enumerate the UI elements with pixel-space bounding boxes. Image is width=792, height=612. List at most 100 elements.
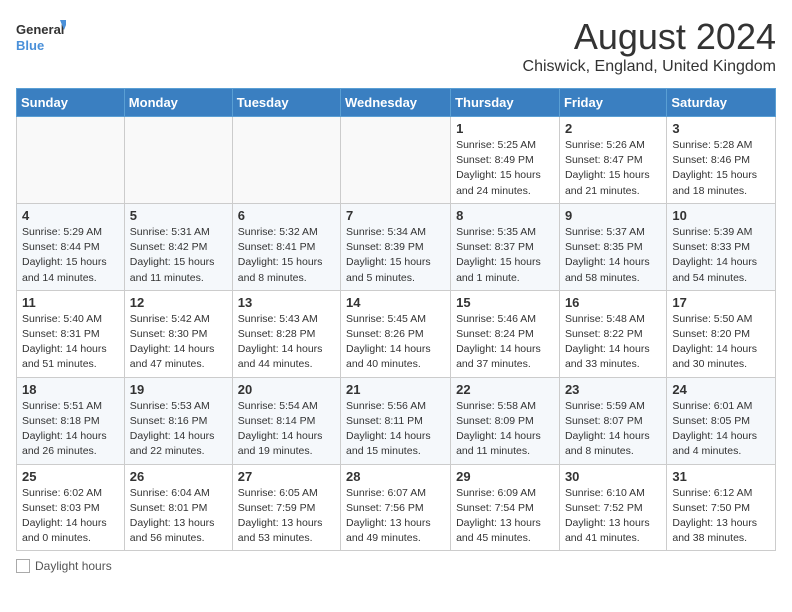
day-info: Sunrise: 5:56 AM Sunset: 8:11 PM Dayligh… (346, 399, 445, 460)
col-header-wednesday: Wednesday (341, 89, 451, 117)
calendar-cell: 11 Sunrise: 5:40 AM Sunset: 8:31 PM Dayli… (17, 290, 125, 377)
day-info: Sunrise: 5:34 AM Sunset: 8:39 PM Dayligh… (346, 225, 445, 286)
calendar-cell: 21 Sunrise: 5:56 AM Sunset: 8:11 PM Dayli… (341, 377, 451, 464)
month-title: August 2024 (523, 16, 776, 58)
header-row: SundayMondayTuesdayWednesdayThursdayFrid… (17, 89, 776, 117)
logo: General Blue (16, 16, 66, 60)
day-number: 5 (130, 208, 227, 223)
calendar-cell: 24Sunrise: 6:01 AM Sunset: 8:05 PM Dayli… (667, 377, 776, 464)
calendar-cell: 22 Sunrise: 5:58 AM Sunset: 8:09 PM Dayli… (451, 377, 560, 464)
week-row-5: 25 Sunrise: 6:02 AM Sunset: 8:03 PM Dayli… (17, 464, 776, 551)
day-info: Sunrise: 5:50 AM Sunset: 8:20 PM Dayligh… (672, 312, 770, 373)
day-number: 11 (22, 295, 119, 310)
col-header-sunday: Sunday (17, 89, 125, 117)
calendar-cell: 28Sunrise: 6:07 AM Sunset: 7:56 PM Dayli… (341, 464, 451, 551)
day-number: 30 (565, 469, 661, 484)
calendar-cell: 19 Sunrise: 5:53 AM Sunset: 8:16 PM Dayli… (124, 377, 232, 464)
day-info: Sunrise: 6:12 AM Sunset: 7:50 PM Dayligh… (672, 486, 770, 547)
header: General Blue August 2024 Chiswick, Engla… (16, 16, 776, 76)
calendar-cell: 25 Sunrise: 6:02 AM Sunset: 8:03 PM Dayli… (17, 464, 125, 551)
day-number: 22 (456, 382, 554, 397)
calendar-cell: 26 Sunrise: 6:04 AM Sunset: 8:01 PM Dayli… (124, 464, 232, 551)
day-number: 26 (130, 469, 227, 484)
calendar-cell: 16 Sunrise: 5:48 AM Sunset: 8:22 PM Dayli… (559, 290, 666, 377)
calendar-cell: 3 Sunrise: 5:28 AM Sunset: 8:46 PM Daylig… (667, 117, 776, 204)
calendar-cell: 30 Sunrise: 6:10 AM Sunset: 7:52 PM Dayli… (559, 464, 666, 551)
day-info: Sunrise: 5:32 AM Sunset: 8:41 PM Dayligh… (238, 225, 335, 286)
calendar-cell: 29Sunrise: 6:09 AM Sunset: 7:54 PM Dayli… (451, 464, 560, 551)
day-info: Sunrise: 5:51 AM Sunset: 8:18 PM Dayligh… (22, 399, 119, 460)
day-number: 17 (672, 295, 770, 310)
col-header-tuesday: Tuesday (232, 89, 340, 117)
day-number: 14 (346, 295, 445, 310)
day-number: 15 (456, 295, 554, 310)
col-header-saturday: Saturday (667, 89, 776, 117)
calendar-cell: 1 Sunrise: 5:25 AM Sunset: 8:49 PM Daylig… (451, 117, 560, 204)
calendar-cell: 15 Sunrise: 5:46 AM Sunset: 8:24 PM Dayli… (451, 290, 560, 377)
day-info: Sunrise: 6:10 AM Sunset: 7:52 PM Dayligh… (565, 486, 661, 547)
svg-text:Blue: Blue (16, 38, 44, 53)
day-info: Sunrise: 6:02 AM Sunset: 8:03 PM Dayligh… (22, 486, 119, 547)
day-number: 28 (346, 469, 445, 484)
day-info: Sunrise: 5:58 AM Sunset: 8:09 PM Dayligh… (456, 399, 554, 460)
day-info: Sunrise: 5:31 AM Sunset: 8:42 PM Dayligh… (130, 225, 227, 286)
day-number: 1 (456, 121, 554, 136)
day-number: 19 (130, 382, 227, 397)
day-info: Sunrise: 6:04 AM Sunset: 8:01 PM Dayligh… (130, 486, 227, 547)
calendar-table: SundayMondayTuesdayWednesdayThursdayFrid… (16, 88, 776, 551)
daylight-legend: Daylight hours (16, 559, 112, 573)
day-info: Sunrise: 6:05 AM Sunset: 7:59 PM Dayligh… (238, 486, 335, 547)
footer: Daylight hours (16, 559, 776, 573)
calendar-cell: 13 Sunrise: 5:43 AM Sunset: 8:28 PM Dayli… (232, 290, 340, 377)
daylight-label: Daylight hours (35, 559, 112, 573)
day-info: Sunrise: 5:46 AM Sunset: 8:24 PM Dayligh… (456, 312, 554, 373)
day-info: Sunrise: 5:40 AM Sunset: 8:31 PM Dayligh… (22, 312, 119, 373)
calendar-cell (17, 117, 125, 204)
day-info: Sunrise: 5:59 AM Sunset: 8:07 PM Dayligh… (565, 399, 661, 460)
calendar-cell: 2Sunrise: 5:26 AM Sunset: 8:47 PM Daylig… (559, 117, 666, 204)
day-info: Sunrise: 5:53 AM Sunset: 8:16 PM Dayligh… (130, 399, 227, 460)
day-number: 27 (238, 469, 335, 484)
day-info: Sunrise: 5:26 AM Sunset: 8:47 PM Dayligh… (565, 138, 661, 199)
day-info: Sunrise: 5:28 AM Sunset: 8:46 PM Dayligh… (672, 138, 770, 199)
week-row-3: 11 Sunrise: 5:40 AM Sunset: 8:31 PM Dayli… (17, 290, 776, 377)
day-number: 8 (456, 208, 554, 223)
day-number: 4 (22, 208, 119, 223)
day-info: Sunrise: 5:54 AM Sunset: 8:14 PM Dayligh… (238, 399, 335, 460)
day-number: 6 (238, 208, 335, 223)
day-number: 20 (238, 382, 335, 397)
day-number: 7 (346, 208, 445, 223)
calendar-cell: 20 Sunrise: 5:54 AM Sunset: 8:14 PM Dayli… (232, 377, 340, 464)
calendar-cell: 23 Sunrise: 5:59 AM Sunset: 8:07 PM Dayli… (559, 377, 666, 464)
calendar-cell: 9Sunrise: 5:37 AM Sunset: 8:35 PM Daylig… (559, 203, 666, 290)
calendar-cell: 31 Sunrise: 6:12 AM Sunset: 7:50 PM Dayli… (667, 464, 776, 551)
day-number: 29 (456, 469, 554, 484)
day-info: Sunrise: 5:48 AM Sunset: 8:22 PM Dayligh… (565, 312, 661, 373)
logo-svg: General Blue (16, 16, 66, 60)
calendar-cell: 8Sunrise: 5:35 AM Sunset: 8:37 PM Daylig… (451, 203, 560, 290)
day-number: 16 (565, 295, 661, 310)
day-info: Sunrise: 5:29 AM Sunset: 8:44 PM Dayligh… (22, 225, 119, 286)
week-row-4: 18Sunrise: 5:51 AM Sunset: 8:18 PM Dayli… (17, 377, 776, 464)
week-row-1: 1 Sunrise: 5:25 AM Sunset: 8:49 PM Daylig… (17, 117, 776, 204)
calendar-cell: 12Sunrise: 5:42 AM Sunset: 8:30 PM Dayli… (124, 290, 232, 377)
day-info: Sunrise: 5:39 AM Sunset: 8:33 PM Dayligh… (672, 225, 770, 286)
day-number: 25 (22, 469, 119, 484)
day-number: 9 (565, 208, 661, 223)
day-info: Sunrise: 5:43 AM Sunset: 8:28 PM Dayligh… (238, 312, 335, 373)
week-row-2: 4 Sunrise: 5:29 AM Sunset: 8:44 PM Daylig… (17, 203, 776, 290)
legend-box-white (16, 559, 30, 573)
calendar-cell: 14Sunrise: 5:45 AM Sunset: 8:26 PM Dayli… (341, 290, 451, 377)
day-number: 21 (346, 382, 445, 397)
day-number: 3 (672, 121, 770, 136)
col-header-monday: Monday (124, 89, 232, 117)
day-info: Sunrise: 5:25 AM Sunset: 8:49 PM Dayligh… (456, 138, 554, 199)
calendar-cell (341, 117, 451, 204)
day-number: 10 (672, 208, 770, 223)
day-number: 13 (238, 295, 335, 310)
day-number: 23 (565, 382, 661, 397)
day-info: Sunrise: 5:42 AM Sunset: 8:30 PM Dayligh… (130, 312, 227, 373)
day-info: Sunrise: 6:01 AM Sunset: 8:05 PM Dayligh… (672, 399, 770, 460)
calendar-cell: 5 Sunrise: 5:31 AM Sunset: 8:42 PM Daylig… (124, 203, 232, 290)
day-number: 31 (672, 469, 770, 484)
